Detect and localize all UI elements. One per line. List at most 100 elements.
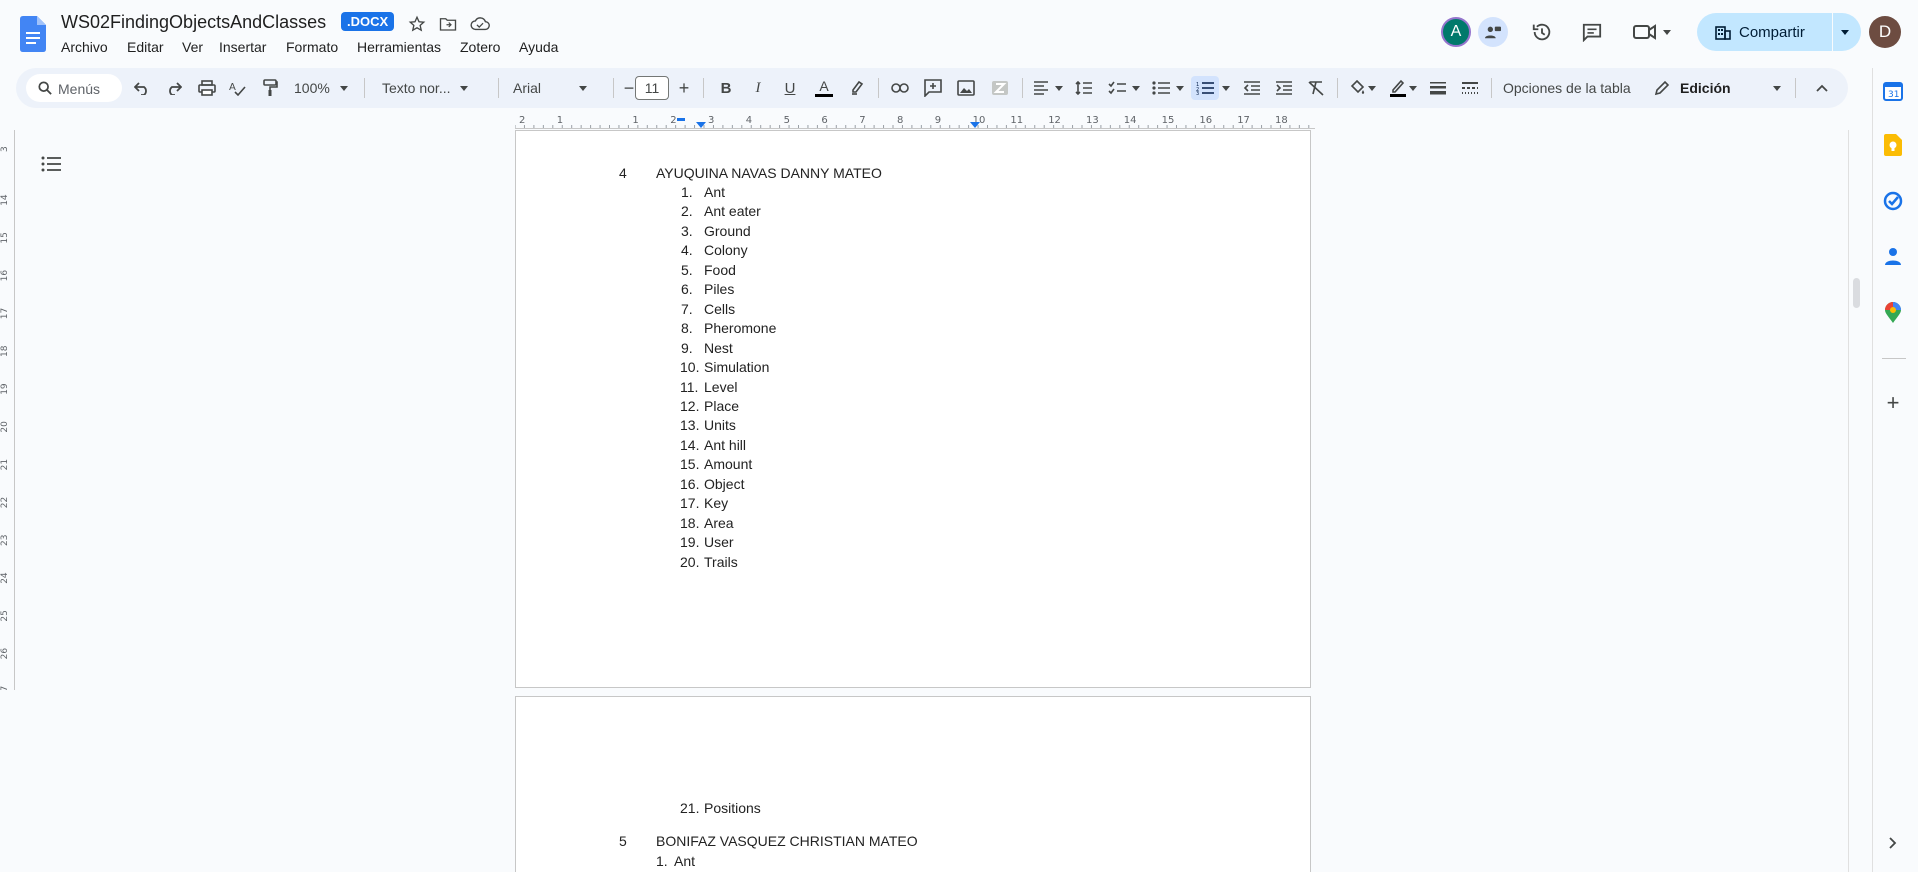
list-item-text: Colony — [704, 242, 748, 259]
entry-name: BONIFAZ VASQUEZ CHRISTIAN MATEO — [656, 833, 918, 849]
scrollbar-thumb[interactable] — [1853, 278, 1860, 308]
entry-number: 4 — [619, 165, 627, 181]
numbered-list-button[interactable]: 123 — [1191, 76, 1219, 100]
print-icon[interactable] — [196, 76, 218, 100]
list-item-number: 6. — [681, 281, 693, 298]
tasks-icon[interactable] — [1880, 188, 1906, 214]
ruler-tick-label: 3 — [708, 115, 714, 126]
search-menus-input[interactable]: Menús — [26, 74, 122, 102]
list-item-number: 14. — [680, 436, 700, 453]
redo-icon[interactable] — [164, 76, 184, 100]
ruler-tick-label: 14 — [1124, 115, 1137, 126]
highlight-icon[interactable] — [846, 76, 868, 100]
show-side-panel-icon[interactable] — [1882, 832, 1904, 854]
align-select[interactable] — [1030, 76, 1066, 100]
menu-ayuda[interactable]: Ayuda — [519, 39, 558, 55]
vertical-ruler[interactable]: 3 14 15 16 17 18 19 20 21 22 23 24 25 26 27 — [0, 130, 14, 690]
list-item-text: Area — [704, 514, 734, 531]
zoom-select[interactable]: 100% — [294, 76, 354, 100]
list-item-number: 15. — [680, 456, 700, 473]
docs-logo-icon[interactable] — [20, 16, 46, 52]
checklist-select[interactable] — [1106, 76, 1142, 100]
undo-icon[interactable] — [132, 76, 152, 100]
list-item-number: 1. — [656, 853, 668, 869]
history-icon[interactable] — [1527, 19, 1557, 45]
border-width-icon[interactable] — [1427, 76, 1449, 100]
document-title[interactable]: WS02FindingObjectsAndClasses — [61, 12, 326, 33]
building-icon — [1715, 26, 1731, 40]
spellcheck-icon[interactable]: A — [228, 76, 248, 100]
list-item-text: Ant hill — [704, 436, 747, 453]
avatar-d[interactable]: D — [1869, 16, 1901, 48]
keep-icon[interactable] — [1880, 132, 1906, 158]
clear-formatting-icon[interactable] — [1305, 76, 1327, 100]
table-options-button[interactable]: Opciones de la tabla — [1503, 76, 1643, 100]
share-button[interactable]: Compartir — [1697, 13, 1832, 51]
list-item-text: Ant — [674, 853, 696, 869]
ruler-tick-label: 4 — [746, 115, 752, 126]
share-dropdown-button[interactable] — [1833, 13, 1861, 51]
italic-button[interactable]: I — [748, 76, 768, 100]
line-spacing-icon[interactable] — [1072, 76, 1096, 100]
link-icon[interactable] — [888, 76, 912, 100]
numbered-list-dropdown[interactable] — [1220, 76, 1232, 100]
clear-formatting-z-icon[interactable] — [988, 76, 1012, 100]
paint-format-icon[interactable] — [260, 76, 280, 100]
menu-editar[interactable]: Editar — [127, 39, 164, 55]
underline-button[interactable]: U — [780, 76, 800, 100]
menu-insertar[interactable]: Insertar — [219, 39, 266, 55]
fill-color-select[interactable] — [1346, 76, 1380, 100]
avatar-a[interactable]: A — [1441, 17, 1471, 47]
list-item-number: 4. — [681, 242, 693, 259]
collapse-toolbar-icon[interactable] — [1812, 76, 1832, 100]
ruler-tick-label: 2 — [670, 115, 676, 126]
mode-select[interactable]: Edición — [1654, 76, 1784, 100]
bold-button[interactable]: B — [716, 76, 736, 100]
menu-ver[interactable]: Ver — [182, 39, 203, 55]
contacts-icon[interactable] — [1880, 243, 1906, 269]
decrease-indent-icon[interactable] — [1241, 76, 1263, 100]
vertical-ruler-line — [14, 130, 15, 690]
font-select[interactable]: Arial — [513, 76, 605, 100]
add-comment-icon[interactable] — [921, 76, 945, 100]
menu-archivo[interactable]: Archivo — [61, 39, 108, 55]
ruler-tick-label: 7 — [859, 115, 865, 126]
list-item-number: 3. — [681, 222, 693, 239]
cloud-saved-icon[interactable] — [468, 14, 492, 34]
style-select[interactable]: Texto nor... — [382, 76, 482, 100]
ruler-tick-label: 11 — [1010, 115, 1023, 126]
font-size-input[interactable]: 11 — [635, 76, 669, 100]
calendar-icon[interactable]: 31 — [1880, 78, 1906, 104]
insert-image-icon[interactable] — [954, 76, 978, 100]
first-line-indent-marker[interactable] — [677, 118, 685, 121]
move-folder-icon[interactable] — [437, 14, 459, 34]
star-icon[interactable] — [407, 14, 427, 34]
ruler-tick-label: 12 — [1048, 115, 1061, 126]
svg-text:31: 31 — [1888, 90, 1899, 100]
border-color-select[interactable] — [1386, 76, 1420, 100]
list-item-text: Units — [704, 417, 736, 434]
add-addon-icon[interactable]: + — [1880, 390, 1906, 416]
meet-camera-icon[interactable] — [1630, 19, 1674, 45]
ruler-tick-label: 17 — [0, 308, 10, 319]
comments-icon[interactable] — [1577, 19, 1607, 45]
document-outline-icon[interactable] — [40, 154, 62, 174]
horizontal-ruler[interactable]: 2 1 1 2 3 4 5 6 7 8 9 10 11 12 13 14 15 16 17 18 — [515, 112, 1315, 128]
scroll-track — [1848, 130, 1849, 872]
ruler-tick-label: 20 — [0, 421, 10, 433]
presence-chat-icon[interactable] — [1478, 17, 1508, 47]
list-item-text: User — [704, 534, 734, 551]
ruler-tick-label: 18 — [0, 345, 10, 357]
toolbar: Menús A 100% Texto nor... Arial − 11 + B… — [16, 68, 1848, 108]
menu-zotero[interactable]: Zotero — [460, 39, 500, 55]
increase-font-size-button[interactable]: + — [675, 76, 693, 100]
menu-herramientas[interactable]: Herramientas — [357, 39, 441, 55]
maps-icon[interactable] — [1880, 300, 1906, 326]
menu-formato[interactable]: Formato — [286, 39, 338, 55]
border-dash-icon[interactable] — [1459, 76, 1481, 100]
document-page-1[interactable] — [515, 130, 1311, 688]
list-item-number: 2. — [681, 203, 693, 220]
text-color-button[interactable]: A — [812, 76, 836, 100]
increase-indent-icon[interactable] — [1273, 76, 1295, 100]
bullet-list-select[interactable] — [1150, 76, 1186, 100]
